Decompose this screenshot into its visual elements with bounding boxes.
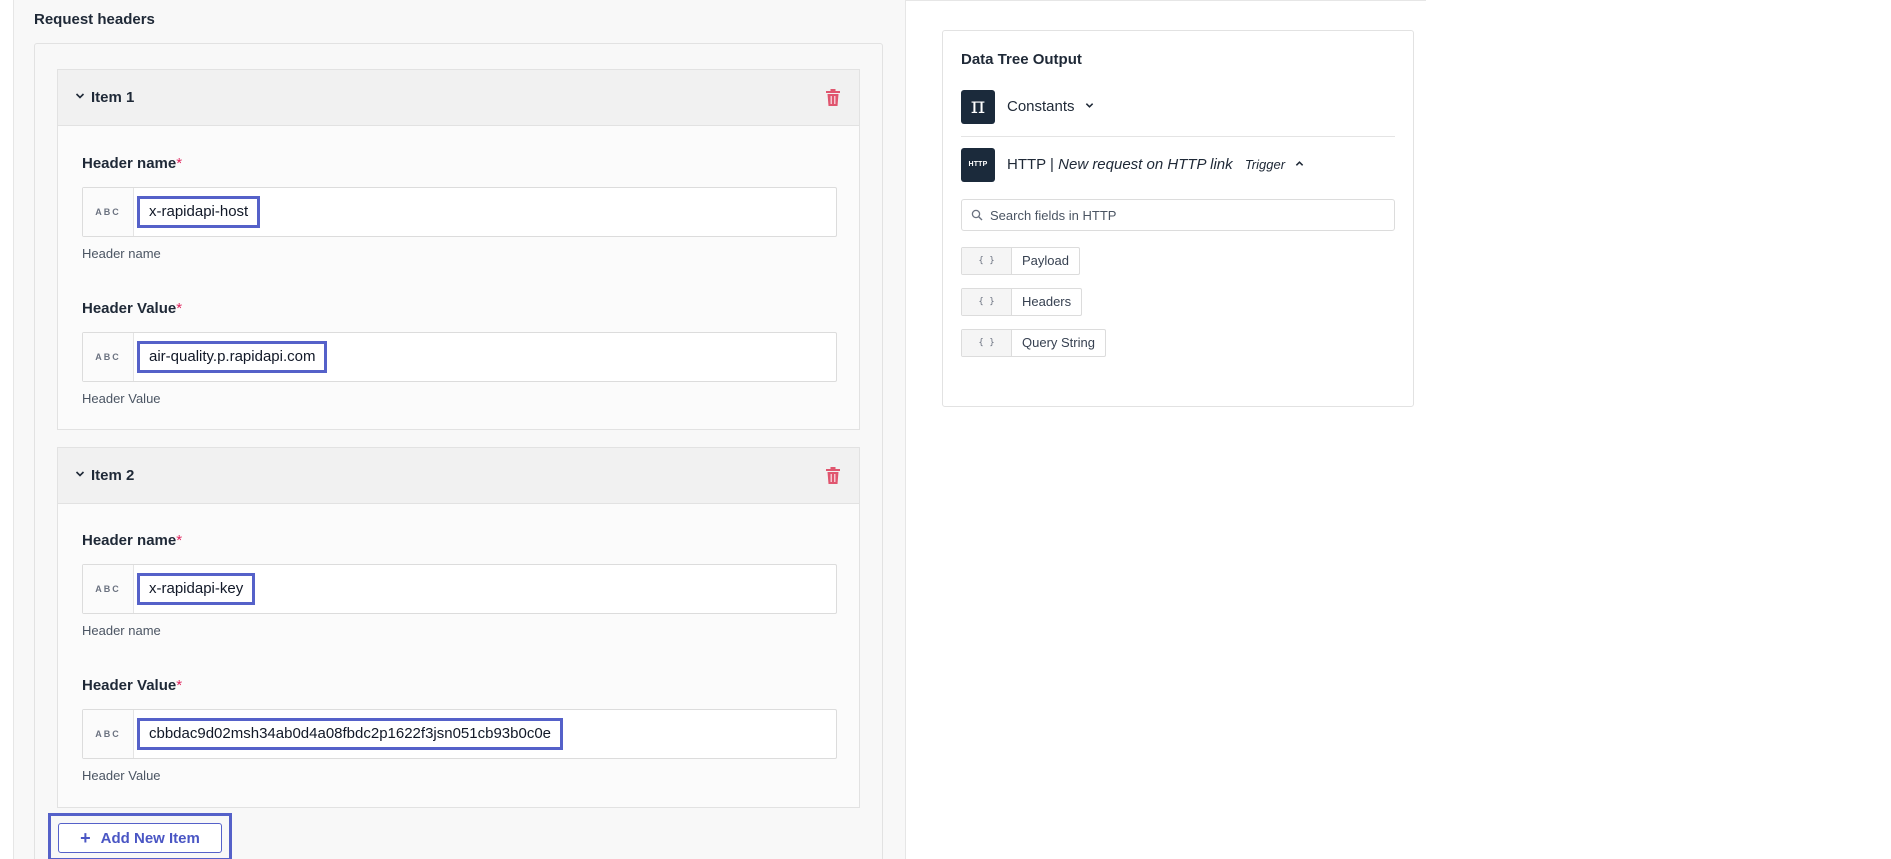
- item-title: Item 1: [91, 89, 135, 106]
- chevron-down-icon[interactable]: [75, 91, 85, 101]
- field-help-text: Header name: [82, 623, 161, 638]
- chevron-down-icon[interactable]: [75, 469, 85, 479]
- data-tree-panel: Data Tree Output π Constants HTTP HTTP |…: [942, 30, 1414, 407]
- header-name-input[interactable]: x-rapidapi-host: [137, 196, 261, 228]
- field-help-text: Header name: [82, 246, 161, 261]
- field-pill-payload[interactable]: { } Payload: [961, 247, 1080, 275]
- field-help-text: Header Value: [82, 391, 161, 406]
- top-divider: [906, 0, 1426, 1]
- text-type-icon: ABC: [83, 188, 134, 236]
- chevron-up-icon[interactable]: [1295, 159, 1304, 168]
- item-header[interactable]: Item 1: [58, 70, 859, 126]
- item-header[interactable]: Item 2: [58, 448, 859, 504]
- trash-icon[interactable]: [825, 89, 841, 107]
- data-tree-title: Data Tree Output: [961, 51, 1082, 68]
- plus-icon: +: [80, 828, 91, 848]
- text-type-icon: ABC: [83, 710, 134, 758]
- header-name-field[interactable]: ABC x-rapidapi-host: [82, 187, 837, 237]
- header-name-input[interactable]: x-rapidapi-key: [137, 573, 256, 605]
- trash-icon[interactable]: [825, 467, 841, 485]
- field-pill-headers[interactable]: { } Headers: [961, 288, 1083, 316]
- header-item-card: Item 1 Header name* ABC x-rapidapi-host …: [57, 69, 860, 430]
- object-icon: { }: [962, 289, 1012, 315]
- http-app-label: HTTP |: [1007, 156, 1054, 173]
- field-label: Header Value*: [82, 300, 183, 317]
- field-label: Header Value*: [82, 677, 183, 694]
- header-value-field[interactable]: ABC cbbdac9d02msh34ab0d4a08fbdc2p1622f3j…: [82, 709, 837, 759]
- search-icon: [971, 209, 983, 221]
- add-item-highlight: + Add New Item: [48, 813, 232, 859]
- trigger-badge: Trigger: [1244, 157, 1286, 172]
- search-fields-input[interactable]: Search fields in HTTP: [961, 199, 1395, 231]
- field-pill-query-string[interactable]: { } Query String: [961, 329, 1106, 357]
- http-source-row[interactable]: HTTP HTTP | New request on HTTP link Tri…: [961, 148, 1361, 182]
- http-icon: HTTP: [961, 148, 995, 182]
- chevron-down-icon[interactable]: [1085, 101, 1094, 110]
- field-label: Payload: [1022, 253, 1069, 268]
- object-icon: { }: [962, 330, 1012, 356]
- field-label: Headers: [1022, 294, 1072, 309]
- constants-label: Constants: [1007, 98, 1075, 115]
- field-label: Query String: [1022, 335, 1095, 350]
- constants-row[interactable]: π Constants: [961, 90, 1161, 124]
- field-help-text: Header Value: [82, 768, 161, 783]
- header-value-input[interactable]: air-quality.p.rapidapi.com: [137, 341, 328, 373]
- pi-icon: π: [961, 90, 995, 124]
- header-value-field[interactable]: ABC air-quality.p.rapidapi.com: [82, 332, 837, 382]
- header-item-card: Item 2 Header name* ABC x-rapidapi-key H…: [57, 447, 860, 808]
- add-new-item-button[interactable]: + Add New Item: [58, 823, 222, 853]
- divider: [961, 136, 1395, 137]
- object-icon: { }: [962, 248, 1012, 274]
- item-title: Item 2: [91, 467, 135, 484]
- section-title: Request headers: [34, 11, 155, 28]
- header-value-input[interactable]: cbbdac9d02msh34ab0d4a08fbdc2p1622f3jsn05…: [137, 718, 564, 750]
- search-placeholder: Search fields in HTTP: [990, 208, 1117, 223]
- field-label: Header name*: [82, 532, 183, 549]
- text-type-icon: ABC: [83, 333, 134, 381]
- add-new-item-label: Add New Item: [100, 830, 200, 847]
- http-event-label: New request on HTTP link: [1058, 156, 1233, 173]
- header-name-field[interactable]: ABC x-rapidapi-key: [82, 564, 837, 614]
- field-label: Header name*: [82, 155, 183, 172]
- text-type-icon: ABC: [83, 565, 134, 613]
